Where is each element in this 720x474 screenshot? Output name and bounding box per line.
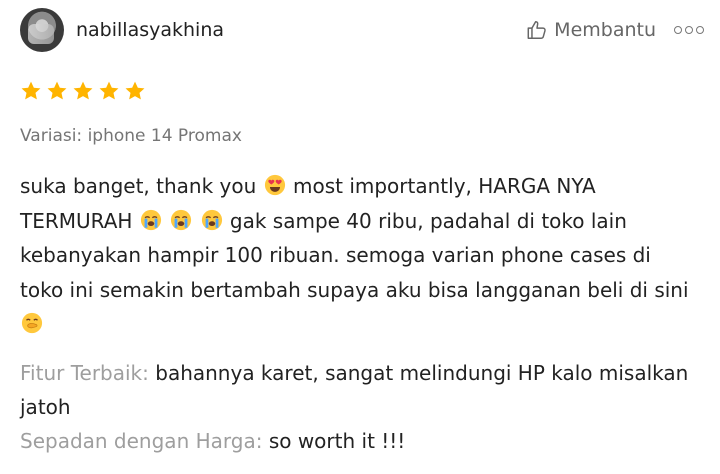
- crying-face-emoji-icon: [140, 209, 161, 230]
- more-dot: [674, 26, 682, 34]
- helpful-button[interactable]: Membantu: [526, 19, 656, 41]
- variant-text: Variasi: iphone 14 Promax: [20, 126, 242, 146]
- value-for-money-label: Sepadan dengan Harga:: [20, 429, 263, 453]
- more-dot: [685, 26, 693, 34]
- review-text-part: suka banget, thank you: [20, 174, 257, 198]
- hand-over-mouth-emoji-icon: [21, 312, 43, 334]
- star-icon: [21, 81, 41, 100]
- reviewer-username[interactable]: nabillasyakhina: [76, 19, 224, 41]
- value-for-money: Sepadan dengan Harga: so worth it !!!: [20, 424, 405, 458]
- avatar[interactable]: [20, 8, 64, 52]
- crying-face-emoji-icon: [171, 209, 192, 230]
- star-icon: [47, 81, 67, 100]
- best-feature-label: Fitur Terbaik:: [20, 361, 149, 385]
- thumbs-up-icon: [527, 21, 546, 39]
- star-rating: [20, 80, 146, 102]
- star-icon: [125, 81, 145, 100]
- heart-eyes-emoji-icon: [264, 174, 285, 196]
- crying-face-emoji-icon: [201, 209, 222, 230]
- more-options-icon[interactable]: [674, 26, 704, 34]
- helpful-label: Membantu: [554, 19, 656, 41]
- review-text: suka banget, thank you most importantly,…: [20, 169, 700, 342]
- best-feature: Fitur Terbaik: bahannya karet, sangat me…: [20, 356, 700, 424]
- star-icon: [73, 81, 93, 100]
- star-icon: [99, 81, 119, 100]
- value-for-money-value: so worth it !!!: [268, 429, 406, 453]
- review-header: nabillasyakhina Membantu: [20, 8, 704, 52]
- more-dot: [696, 26, 704, 34]
